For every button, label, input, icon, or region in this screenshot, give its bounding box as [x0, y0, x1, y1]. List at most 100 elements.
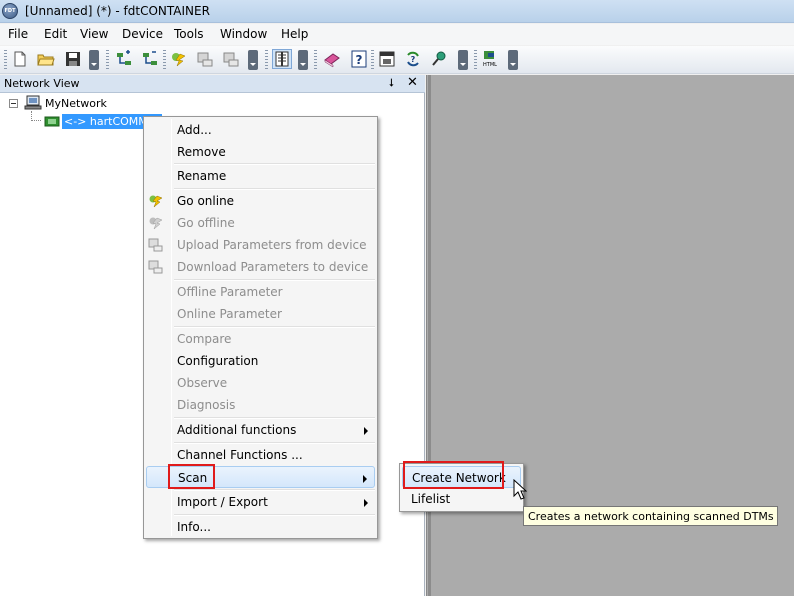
menu-item-label: Online Parameter [177, 307, 282, 321]
menu-item-download-parameters[interactable]: Download Parameters to device [146, 256, 375, 278]
menu-item-label: Add... [177, 123, 212, 137]
tree-line [31, 120, 41, 121]
menu-tools[interactable]: Tools [174, 27, 204, 41]
menu-item-additional-functions[interactable]: Additional functions [146, 419, 375, 441]
help-icon[interactable]: ? [350, 50, 368, 68]
menu-item-label: Lifelist [411, 492, 451, 506]
go-offline-icon [148, 215, 164, 231]
menu-item-import-export[interactable]: Import / Export [146, 491, 375, 513]
tooltip: Creates a network containing scanned DTM… [523, 506, 778, 526]
splitter[interactable] [428, 75, 431, 596]
toolbar-overflow-button[interactable] [458, 50, 468, 70]
network-view-icon[interactable] [272, 49, 292, 69]
app-icon-text: FDT [4, 8, 16, 14]
svg-text:?: ? [411, 55, 416, 64]
remove-device-icon[interactable] [141, 50, 159, 68]
go-online-icon[interactable] [170, 50, 188, 68]
title-bar: FDT [Unnamed] (*) - fdtCONTAINER [0, 0, 794, 23]
menu-item-label: Download Parameters to device [177, 260, 369, 274]
tree-collapse-toggle[interactable] [9, 99, 18, 108]
menu-item-label: Go offline [177, 216, 235, 230]
close-icon[interactable]: ✕ [407, 75, 418, 90]
book-icon[interactable] [323, 50, 341, 68]
save-icon[interactable] [64, 50, 82, 68]
menu-item-offline-parameter[interactable]: Offline Parameter [146, 281, 375, 303]
menu-item-label: Go online [177, 194, 235, 208]
menu-item-label: Configuration [177, 354, 259, 368]
html-export-icon[interactable]: HTML [481, 50, 499, 68]
go-online-icon [148, 193, 164, 209]
menu-window[interactable]: Window [220, 27, 267, 41]
toolbar-grip[interactable] [163, 50, 166, 70]
toolbar-grip[interactable] [4, 50, 7, 70]
download-icon [148, 259, 164, 275]
dtm-device-icon [44, 115, 60, 128]
new-file-icon[interactable] [11, 50, 29, 68]
menu-item-label: Observe [177, 376, 228, 390]
add-device-icon[interactable] [115, 50, 133, 68]
tree-node-mynetwork[interactable]: MyNetwork [45, 97, 107, 110]
menu-item-label: Remove [177, 145, 226, 159]
html-export-label: HTML [483, 62, 497, 68]
menu-item-remove[interactable]: Remove [146, 141, 375, 163]
menu-item-add[interactable]: Add... [146, 119, 375, 141]
menu-item-label: Info... [177, 520, 211, 534]
open-folder-icon[interactable] [37, 50, 55, 68]
submenu-arrow-icon [364, 499, 368, 507]
toolbar-overflow-button[interactable] [248, 50, 258, 70]
menu-item-label: Channel Functions ... [177, 448, 303, 462]
toolbar-overflow-button[interactable] [298, 50, 308, 70]
window-title: [Unnamed] (*) - fdtCONTAINER [25, 4, 210, 18]
upload-icon [148, 237, 164, 253]
toolbar-grip[interactable] [106, 50, 109, 70]
toolbar-overflow-button[interactable] [508, 50, 518, 70]
menu-item-label: Upload Parameters from device [177, 238, 367, 252]
app-icon[interactable]: FDT [2, 3, 18, 19]
device-catalog-icon[interactable] [378, 50, 396, 68]
menu-item-label: Compare [177, 332, 232, 346]
svg-text:?: ? [356, 53, 363, 67]
menu-item-upload-parameters[interactable]: Upload Parameters from device [146, 234, 375, 256]
menu-item-compare[interactable]: Compare [146, 328, 375, 350]
menu-item-rename[interactable]: Rename [146, 165, 375, 187]
submenu-arrow-icon [363, 475, 367, 483]
pin-icon[interactable]: ⭣ [389, 76, 394, 90]
download-icon[interactable] [222, 50, 240, 68]
menu-item-observe[interactable]: Observe [146, 372, 375, 394]
menu-item-info[interactable]: Info... [146, 516, 375, 538]
menu-item-label: Import / Export [177, 495, 268, 509]
menu-item-configuration[interactable]: Configuration [146, 350, 375, 372]
menu-help[interactable]: Help [281, 27, 308, 41]
submenu-arrow-icon [364, 427, 368, 435]
menu-item-label: Diagnosis [177, 398, 236, 412]
toolbar-grip[interactable] [474, 50, 477, 70]
menu-item-label: Offline Parameter [177, 285, 283, 299]
menu-item-go-offline[interactable]: Go offline [146, 212, 375, 234]
menu-item-lifelist[interactable]: Lifelist [402, 488, 521, 510]
panel-title: Network View [4, 77, 80, 90]
menu-item-diagnosis[interactable]: Diagnosis [146, 394, 375, 416]
toolbar: ? ? HTML [0, 46, 794, 74]
menu-item-label: Additional functions [177, 423, 297, 437]
panel-header: Network View ⭣ ✕ [0, 75, 425, 93]
toolbar-grip[interactable] [265, 50, 268, 70]
menu-item-go-online[interactable]: Go online [146, 190, 375, 212]
toolbar-overflow-button[interactable] [89, 50, 99, 70]
update-catalog-icon[interactable]: ? [404, 50, 422, 68]
toolbar-grip[interactable] [371, 50, 374, 70]
menu-file[interactable]: File [8, 27, 28, 41]
upload-icon[interactable] [196, 50, 214, 68]
menu-item-online-parameter[interactable]: Online Parameter [146, 303, 375, 325]
menu-item-channel-functions[interactable]: Channel Functions ... [146, 444, 375, 466]
menu-view[interactable]: View [80, 27, 108, 41]
annotation-highlight-box [403, 461, 504, 489]
connect-icon[interactable] [430, 50, 448, 68]
menu-device[interactable]: Device [122, 27, 163, 41]
menu-edit[interactable]: Edit [44, 27, 67, 41]
toolbar-grip[interactable] [314, 50, 317, 70]
menu-item-label: Rename [177, 169, 227, 183]
mouse-cursor-icon [513, 478, 528, 500]
menu-bar: File Edit View Device Tools Window Help [0, 24, 794, 45]
annotation-highlight-box [168, 464, 215, 489]
network-icon [24, 95, 42, 111]
